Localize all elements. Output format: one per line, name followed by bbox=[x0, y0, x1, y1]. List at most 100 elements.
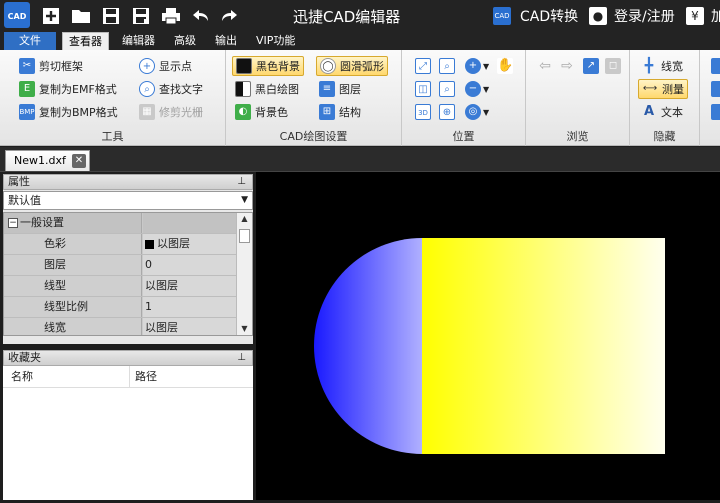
clip-frame-button[interactable]: ✂ 剪切框架 bbox=[16, 56, 86, 76]
tab-editor[interactable]: 编辑器 bbox=[116, 32, 161, 50]
text-a-icon: A bbox=[643, 104, 655, 119]
properties-selector-value: 默认值 bbox=[8, 194, 41, 207]
overflow-button-1[interactable] bbox=[708, 56, 720, 76]
properties-title: 属性 bbox=[8, 175, 30, 188]
zoom-out-button[interactable]: − ▼ bbox=[462, 79, 492, 99]
tab-output[interactable]: 输出 bbox=[209, 32, 243, 50]
scroll-thumb[interactable] bbox=[239, 229, 250, 243]
save-as-icon[interactable] bbox=[130, 4, 152, 28]
pin-icon[interactable]: ⊥ bbox=[237, 175, 246, 189]
save-icon[interactable] bbox=[100, 4, 122, 28]
browse-group-label: 浏览 bbox=[566, 130, 589, 143]
copy-emf-button[interactable]: E 复制为EMF格式 bbox=[16, 79, 120, 99]
login-register-link[interactable]: 登录/注册 bbox=[614, 6, 675, 26]
structure-icon: ⊞ bbox=[319, 104, 335, 120]
properties-selector[interactable]: 默认值 ▼ bbox=[3, 191, 253, 210]
smooth-arc-button[interactable]: ◯ 圆滑弧形 bbox=[316, 56, 388, 76]
collapse-icon[interactable]: − bbox=[8, 218, 18, 228]
close-icon[interactable]: ✕ bbox=[72, 154, 86, 168]
zoom-center-icon: ⊕ bbox=[439, 104, 455, 120]
arc-icon: ◯ bbox=[320, 58, 336, 74]
find-text-button[interactable]: ⌕ 查找文字 bbox=[136, 79, 206, 99]
tab-advanced[interactable]: 高级 bbox=[168, 32, 202, 50]
black-bg-icon bbox=[236, 58, 252, 74]
properties-panel: 属性 ⊥ 默认值 ▼ − 一般设置 色彩 以图层 图层 0 线型 以图层 线型比例… bbox=[3, 174, 253, 344]
column-header-name[interactable]: 名称 bbox=[11, 366, 33, 388]
zoom-center-button[interactable]: ⊕ bbox=[436, 102, 458, 122]
tab-vip[interactable]: VIP功能 bbox=[250, 32, 301, 50]
rectangle-shape[interactable] bbox=[422, 238, 665, 454]
document-tab-strip: New1.dxf ✕ bbox=[0, 147, 720, 172]
overflow-icon bbox=[711, 104, 720, 120]
open-folder-icon[interactable] bbox=[70, 4, 92, 28]
pin-icon[interactable]: ⊥ bbox=[237, 351, 246, 365]
column-header-path[interactable]: 路径 bbox=[135, 366, 157, 388]
vip-yen-icon[interactable]: ¥ bbox=[686, 7, 704, 25]
property-scrollbar[interactable]: ▲ ▼ bbox=[236, 213, 252, 335]
browse-open-icon: ↗ bbox=[583, 58, 599, 74]
cad-convert-link[interactable]: CAD转换 bbox=[520, 6, 578, 26]
text-button[interactable]: A 文本 bbox=[638, 102, 686, 122]
rotate-3d-button[interactable]: 3D bbox=[412, 102, 434, 122]
truncated-menu-label[interactable]: 加 bbox=[711, 6, 720, 26]
tools-group-label: 工具 bbox=[101, 130, 124, 143]
property-row[interactable]: 线型比例 1 bbox=[4, 297, 236, 318]
forward-button[interactable]: ⇨ bbox=[556, 56, 578, 76]
position-group: ⤢ ⌕ + ▼ ✋ ◫ ⌕ − ▼ 3D ⊕ ◎ ▼ 位置 bbox=[402, 50, 526, 146]
properties-header: 属性 ⊥ bbox=[3, 174, 253, 190]
user-lock-icon[interactable]: ● bbox=[589, 7, 607, 25]
black-background-button[interactable]: 黑色背景 bbox=[232, 56, 304, 76]
scroll-down-icon[interactable]: ▼ bbox=[237, 323, 252, 335]
bmp-icon: BMP bbox=[19, 104, 35, 120]
line-width-button[interactable]: ╋ 线宽 bbox=[638, 56, 686, 76]
fit-icon: ⤢ bbox=[415, 58, 431, 74]
color-swatch bbox=[145, 239, 154, 249]
file-menu[interactable]: 文件 bbox=[4, 32, 56, 50]
browse-close-button[interactable]: ◻ bbox=[602, 56, 624, 76]
fit-extents-button[interactable]: ⤢ bbox=[412, 56, 434, 76]
tab-viewer[interactable]: 查看器 bbox=[62, 32, 109, 50]
print-icon[interactable] bbox=[160, 4, 182, 28]
zoom-in-button[interactable]: + ▼ bbox=[462, 56, 492, 76]
layers-button[interactable]: ≡ 图层 bbox=[316, 79, 364, 99]
document-tab-label: New1.dxf bbox=[14, 154, 66, 167]
trim-raster-button[interactable]: ▦ 修剪光栅 bbox=[136, 102, 206, 122]
drawing-canvas[interactable] bbox=[256, 172, 720, 500]
new-icon[interactable] bbox=[40, 4, 62, 28]
background-color-button[interactable]: ◐ 背景色 bbox=[232, 102, 291, 122]
magnifier-icon: ⌕ bbox=[139, 81, 155, 97]
zoom-previous-button[interactable]: ◫ bbox=[412, 79, 434, 99]
property-row[interactable]: 线宽 以图层 bbox=[4, 318, 236, 335]
black-white-draw-button[interactable]: 黑白绘图 bbox=[232, 79, 302, 99]
undo-icon[interactable] bbox=[190, 4, 212, 28]
zoom-prev-icon: ◫ bbox=[415, 81, 431, 97]
document-tab[interactable]: New1.dxf ✕ bbox=[5, 150, 90, 171]
redo-icon[interactable] bbox=[218, 4, 240, 28]
hide-group-label: 隐藏 bbox=[653, 130, 676, 143]
position-group-label: 位置 bbox=[452, 130, 475, 143]
property-group-general[interactable]: − 一般设置 bbox=[4, 213, 236, 234]
structure-button[interactable]: ⊞ 结构 bbox=[316, 102, 364, 122]
orbit-button[interactable]: ◎ ▼ bbox=[462, 102, 492, 122]
back-button[interactable]: ⇦ bbox=[534, 56, 556, 76]
overflow-button-2[interactable] bbox=[708, 79, 720, 99]
scroll-up-icon[interactable]: ▲ bbox=[237, 213, 252, 225]
app-logo[interactable]: CAD bbox=[4, 2, 30, 28]
property-row[interactable]: 图层 0 bbox=[4, 255, 236, 276]
favorites-column-headers: 名称 路径 bbox=[3, 366, 253, 388]
copy-bmp-button[interactable]: BMP 复制为BMP格式 bbox=[16, 102, 121, 122]
zoom-realtime-icon: ⌕ bbox=[439, 81, 455, 97]
pan-button[interactable]: ✋ bbox=[494, 56, 516, 76]
property-row[interactable]: 线型 以图层 bbox=[4, 276, 236, 297]
show-points-button[interactable]: + 显示点 bbox=[136, 56, 195, 76]
bw-icon bbox=[235, 81, 251, 97]
cad-convert-icon[interactable]: CAD bbox=[493, 7, 511, 25]
zoom-window-button[interactable]: ⌕ bbox=[436, 56, 458, 76]
property-row[interactable]: 色彩 以图层 bbox=[4, 234, 236, 255]
zoom-realtime-button[interactable]: ⌕ bbox=[436, 79, 458, 99]
measure-button[interactable]: ⟷ 测量 bbox=[638, 79, 688, 99]
tools-group: ✂ 剪切框架 E 复制为EMF格式 BMP 复制为BMP格式 + 显示点 ⌕ 查找文字 ▦… bbox=[0, 50, 226, 146]
overflow-button-3[interactable] bbox=[708, 102, 720, 122]
open-browse-button[interactable]: ↗ bbox=[580, 56, 602, 76]
semicircle-shape[interactable] bbox=[314, 238, 422, 454]
